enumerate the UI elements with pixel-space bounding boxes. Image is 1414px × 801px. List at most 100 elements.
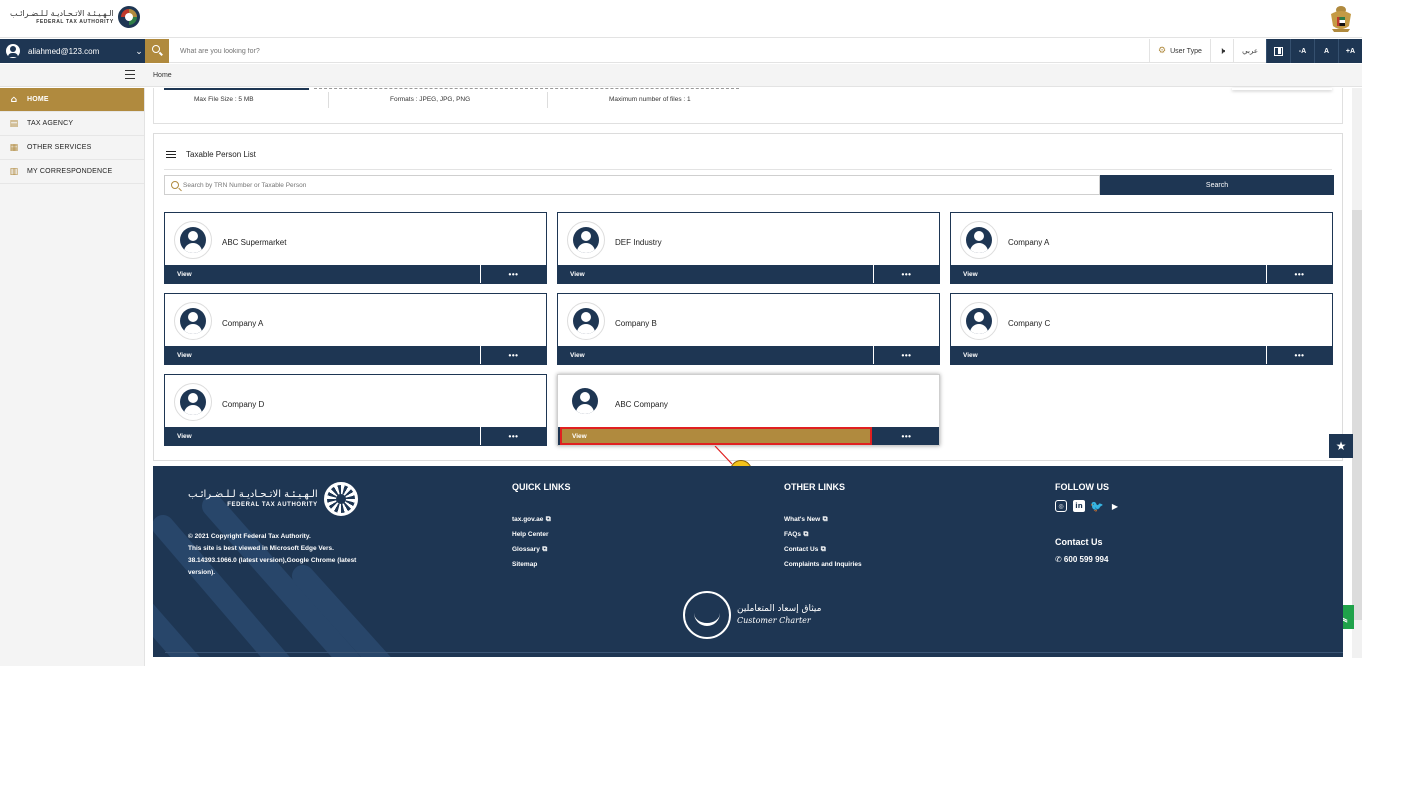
upload-tab-underline	[164, 88, 309, 90]
person-card: DEF Industry View •••	[557, 212, 940, 284]
more-options-icon[interactable]: •••	[874, 427, 939, 445]
charter-smile-icon	[683, 591, 731, 639]
favorites-star-icon[interactable]: ★	[1329, 434, 1353, 458]
link-glossary[interactable]: Glossary	[512, 542, 571, 557]
view-button[interactable]: View	[165, 265, 481, 283]
link-tax-gov[interactable]: tax.gov.ae	[512, 512, 571, 527]
follow-us-heading: FOLLOW US	[1055, 482, 1109, 492]
avatar	[567, 302, 605, 340]
speaker-icon[interactable]: 🕨	[1209, 39, 1233, 63]
customer-charter-link[interactable]: ميثاق إسعاد المتعاملين Customer Charter	[683, 591, 821, 639]
person-card-selected: ABC Company View •••	[557, 374, 940, 446]
more-options-icon[interactable]: •••	[874, 346, 939, 364]
fta-emblem-icon	[117, 6, 140, 28]
person-name: Company A	[222, 319, 264, 328]
other-links: OTHER LINKS What's New FAQs Contact Us C…	[784, 482, 862, 572]
view-button[interactable]: View	[165, 346, 481, 364]
upload-button-edge[interactable]	[1232, 88, 1332, 90]
contact-phone[interactable]: ✆ 600 599 994	[1055, 555, 1121, 564]
more-options-icon[interactable]: •••	[481, 427, 546, 445]
allowed-formats: Formats : JPEG, JPG, PNG	[390, 96, 471, 103]
instagram-icon[interactable]: ◎	[1055, 500, 1067, 512]
font-decrease-button[interactable]: -A	[1290, 39, 1314, 63]
person-card: Company A View •••	[164, 293, 547, 365]
twitter-icon[interactable]: 🐦	[1090, 500, 1104, 513]
user-menu[interactable]: aliahmed@123.com ⌄	[0, 39, 145, 63]
max-files: Maximum number of files : 1	[609, 96, 691, 103]
user-icon	[180, 227, 206, 253]
avatar	[174, 221, 212, 259]
fta-emblem-icon	[323, 482, 358, 516]
correspondence-icon: ▥	[9, 166, 19, 177]
other-links-heading: OTHER LINKS	[784, 482, 846, 492]
person-card: Company A View •••	[950, 212, 1333, 284]
person-card: ABC Supermarket View •••	[164, 212, 547, 284]
copyright-text: © 2021 Copyright Federal Tax Authority.	[188, 533, 311, 540]
charter-arabic: ميثاق إسعاد المتعاملين	[737, 604, 822, 614]
view-button[interactable]: View	[951, 346, 1267, 364]
person-name: Company A	[1008, 238, 1050, 247]
sidebar-item-my-correspondence[interactable]: ▥ MY CORRESPONDENCE	[0, 160, 144, 184]
footer-logo[interactable]: الـهـيـئـة الاتـحـاديـة لـلـضـرائـب FEDE…	[188, 482, 358, 516]
link-help-center[interactable]: Help Center	[512, 527, 571, 542]
view-button[interactable]: View	[558, 265, 874, 283]
person-search-button[interactable]: Search	[1100, 175, 1334, 195]
person-name: Company C	[1008, 319, 1051, 328]
avatar	[174, 302, 212, 340]
fta-logo[interactable]: الـهـيـئـة الاتـحـاديـة لـلـضـرائـب FEDE…	[10, 6, 140, 28]
font-normal-button[interactable]: A	[1314, 39, 1338, 63]
breadcrumb-home[interactable]: Home	[153, 72, 172, 79]
user-icon	[966, 308, 992, 334]
sidebar-item-home[interactable]: ⌂ HOME	[0, 88, 144, 112]
upload-info-panel: Max File Size : 5 MB Formats : JPEG, JPG…	[153, 88, 1343, 124]
sidebar-item-label: TAX AGENCY	[27, 120, 74, 127]
link-whats-new[interactable]: What's New	[784, 512, 862, 527]
chevron-down-icon: ⌄	[135, 45, 143, 56]
person-name: ABC Company	[615, 400, 668, 409]
footer: الـهـيـئـة الاتـحـاديـة لـلـضـرائـب FEDE…	[153, 466, 1343, 657]
link-faqs[interactable]: FAQs	[784, 527, 862, 542]
sidebar-item-tax-agency[interactable]: ▤ TAX AGENCY	[0, 112, 144, 136]
person-search-input[interactable]	[183, 181, 1063, 189]
linkedin-icon[interactable]: in	[1073, 500, 1085, 512]
avatar	[174, 383, 212, 421]
avatar	[567, 383, 605, 421]
user-icon	[572, 388, 598, 414]
breadcrumb-bar: Home	[0, 64, 1362, 87]
hamburger-menu-icon[interactable]	[125, 70, 135, 79]
link-complaints[interactable]: Complaints and Inquiries	[784, 557, 862, 572]
contact-heading: Contact Us	[1055, 537, 1103, 547]
more-options-icon[interactable]: •••	[874, 265, 939, 283]
link-sitemap[interactable]: Sitemap	[512, 557, 571, 572]
contrast-toggle[interactable]	[1266, 39, 1290, 63]
view-button[interactable]: View	[558, 346, 874, 364]
view-button-highlighted[interactable]: View	[560, 427, 872, 445]
view-button[interactable]: View	[951, 265, 1267, 283]
logo-english-text: FEDERAL TAX AUTHORITY	[36, 18, 114, 25]
person-search-box	[164, 175, 1100, 195]
font-increase-button[interactable]: +A	[1338, 39, 1362, 63]
quick-links-heading: QUICK LINKS	[512, 482, 571, 492]
scrollbar-thumb[interactable]	[1352, 210, 1362, 620]
global-search-button[interactable]	[145, 39, 169, 63]
link-contact-us[interactable]: Contact Us	[784, 542, 862, 557]
divider	[165, 652, 1343, 653]
view-button[interactable]: View	[165, 427, 481, 445]
avatar	[567, 221, 605, 259]
sidebar-item-other-services[interactable]: ▦ OTHER SERVICES	[0, 136, 144, 160]
services-icon: ▦	[9, 142, 19, 153]
logo-arabic-text: الـهـيـئـة الاتـحـاديـة لـلـضـرائـب	[10, 8, 114, 18]
more-options-icon[interactable]: •••	[1267, 346, 1332, 364]
user-email: aliahmed@123.com	[28, 46, 100, 56]
user-icon	[180, 308, 206, 334]
youtube-icon[interactable]: ▶	[1109, 500, 1121, 512]
language-toggle[interactable]: عربي	[1233, 39, 1266, 63]
more-options-icon[interactable]: •••	[1267, 265, 1332, 283]
more-options-icon[interactable]: •••	[481, 346, 546, 364]
follow-us: FOLLOW US ◎ in 🐦 ▶ Contact Us ✆ 600 599 …	[1055, 482, 1121, 564]
global-search-input[interactable]	[180, 45, 780, 57]
sidebar-item-label: HOME	[27, 96, 49, 103]
more-options-icon[interactable]: •••	[481, 265, 546, 283]
user-type-button[interactable]: User Type	[1149, 39, 1210, 63]
browser-note: This site is best viewed in Microsoft Ed…	[188, 545, 357, 576]
